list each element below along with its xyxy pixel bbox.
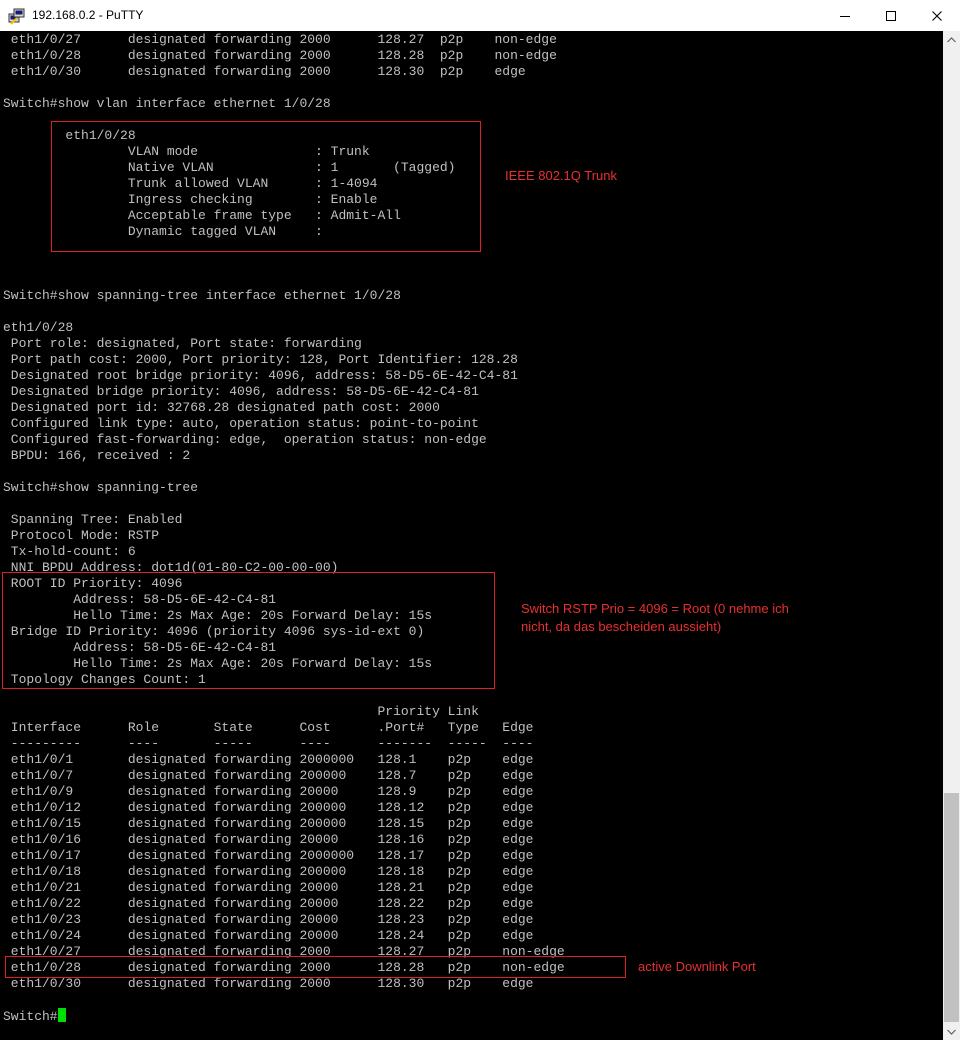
terminal-line: Tx-hold-count: 6 <box>3 544 136 559</box>
terminal-line: BPDU: 166, received : 2 <box>3 448 191 463</box>
terminal-line: Interface Role State Cost .Port# Type Ed… <box>3 720 534 735</box>
terminal-line: eth1/0/18 designated forwarding 200000 1… <box>3 864 534 879</box>
terminal-line: Designated port id: 32768.28 designated … <box>3 400 440 415</box>
chevron-up-icon <box>947 36 956 42</box>
close-icon <box>932 10 942 21</box>
scrollbar-thumb[interactable] <box>944 793 959 1022</box>
terminal-line: eth1/0/24 designated forwarding 20000 12… <box>3 928 534 943</box>
maximize-button[interactable] <box>868 0 914 31</box>
terminal-line: eth1/0/22 designated forwarding 20000 12… <box>3 896 534 911</box>
terminal-line: Configured fast-forwarding: edge, operat… <box>3 432 487 447</box>
downlink-highlight-box <box>5 956 626 978</box>
terminal-line: eth1/0/9 designated forwarding 20000 128… <box>3 784 534 799</box>
maximize-icon <box>886 10 896 21</box>
terminal-line: Switch#show spanning-tree <box>3 480 199 495</box>
terminal-line: Designated root bridge priority: 4096, a… <box>3 368 518 383</box>
vertical-scrollbar[interactable] <box>943 31 960 1040</box>
terminal-line: Switch#show vlan interface ethernet 1/0/… <box>3 96 331 111</box>
terminal-line: eth1/0/28 designated forwarding 2000 128… <box>3 48 557 63</box>
scroll-up-button[interactable] <box>943 31 960 48</box>
scroll-down-button[interactable] <box>943 1023 960 1040</box>
downlink-annotation: active Downlink Port <box>638 959 756 974</box>
terminal-line: eth1/0/28 <box>3 320 74 335</box>
terminal-line: Port path cost: 2000, Port priority: 128… <box>3 352 518 367</box>
terminal-line: eth1/0/17 designated forwarding 2000000 … <box>3 848 534 863</box>
minimize-button[interactable] <box>822 0 868 31</box>
rstp-root-annotation: Switch RSTP Prio = 4096 = Root (0 nehme … <box>521 601 789 634</box>
terminal-line: eth1/0/27 designated forwarding 2000 128… <box>3 32 557 47</box>
window-titlebar: 192.168.0.2 - PuTTY <box>0 0 960 31</box>
terminal-line: Designated bridge priority: 4096, addres… <box>3 384 479 399</box>
terminal-line: eth1/0/30 designated forwarding 2000 128… <box>3 64 526 79</box>
terminal-line: eth1/0/7 designated forwarding 200000 12… <box>3 768 534 783</box>
terminal-line: Switch#show spanning-tree interface ethe… <box>3 288 401 303</box>
text-cursor <box>57 1008 66 1022</box>
chevron-down-icon <box>947 1029 956 1035</box>
terminal-line: Configured link type: auto, operation st… <box>3 416 479 431</box>
vlan-trunk-annotation: IEEE 802.1Q Trunk <box>505 168 618 183</box>
terminal-line: Port role: designated, Port state: forwa… <box>3 336 362 351</box>
window-title: 192.168.0.2 - PuTTY <box>32 8 144 22</box>
terminal-line: Priority Link <box>3 704 479 719</box>
terminal-line: eth1/0/30 designated forwarding 2000 128… <box>3 976 534 991</box>
terminal-line: eth1/0/23 designated forwarding 20000 12… <box>3 912 534 927</box>
minimize-icon <box>840 15 850 17</box>
rstp-root-highlight-box <box>2 572 495 689</box>
terminal-line: Protocol Mode: RSTP <box>3 528 160 543</box>
terminal-line: --------- ---- ----- ---- ------- ----- … <box>3 736 534 751</box>
terminal-line: eth1/0/16 designated forwarding 20000 12… <box>3 832 534 847</box>
terminal-line: eth1/0/15 designated forwarding 200000 1… <box>3 816 534 831</box>
prompt-line[interactable]: Switch# <box>3 1008 565 1024</box>
close-button[interactable] <box>914 0 960 31</box>
putty-icon[interactable] <box>8 7 26 25</box>
terminal-line: eth1/0/1 designated forwarding 2000000 1… <box>3 752 534 767</box>
terminal-line: eth1/0/12 designated forwarding 200000 1… <box>3 800 534 815</box>
vlan-trunk-highlight-box <box>51 121 481 252</box>
terminal-line: eth1/0/21 designated forwarding 20000 12… <box>3 880 534 895</box>
terminal-screen[interactable]: eth1/0/27 designated forwarding 2000 128… <box>0 31 943 1040</box>
terminal-line: Spanning Tree: Enabled <box>3 512 183 527</box>
prompt-text: Switch# <box>3 1009 58 1024</box>
